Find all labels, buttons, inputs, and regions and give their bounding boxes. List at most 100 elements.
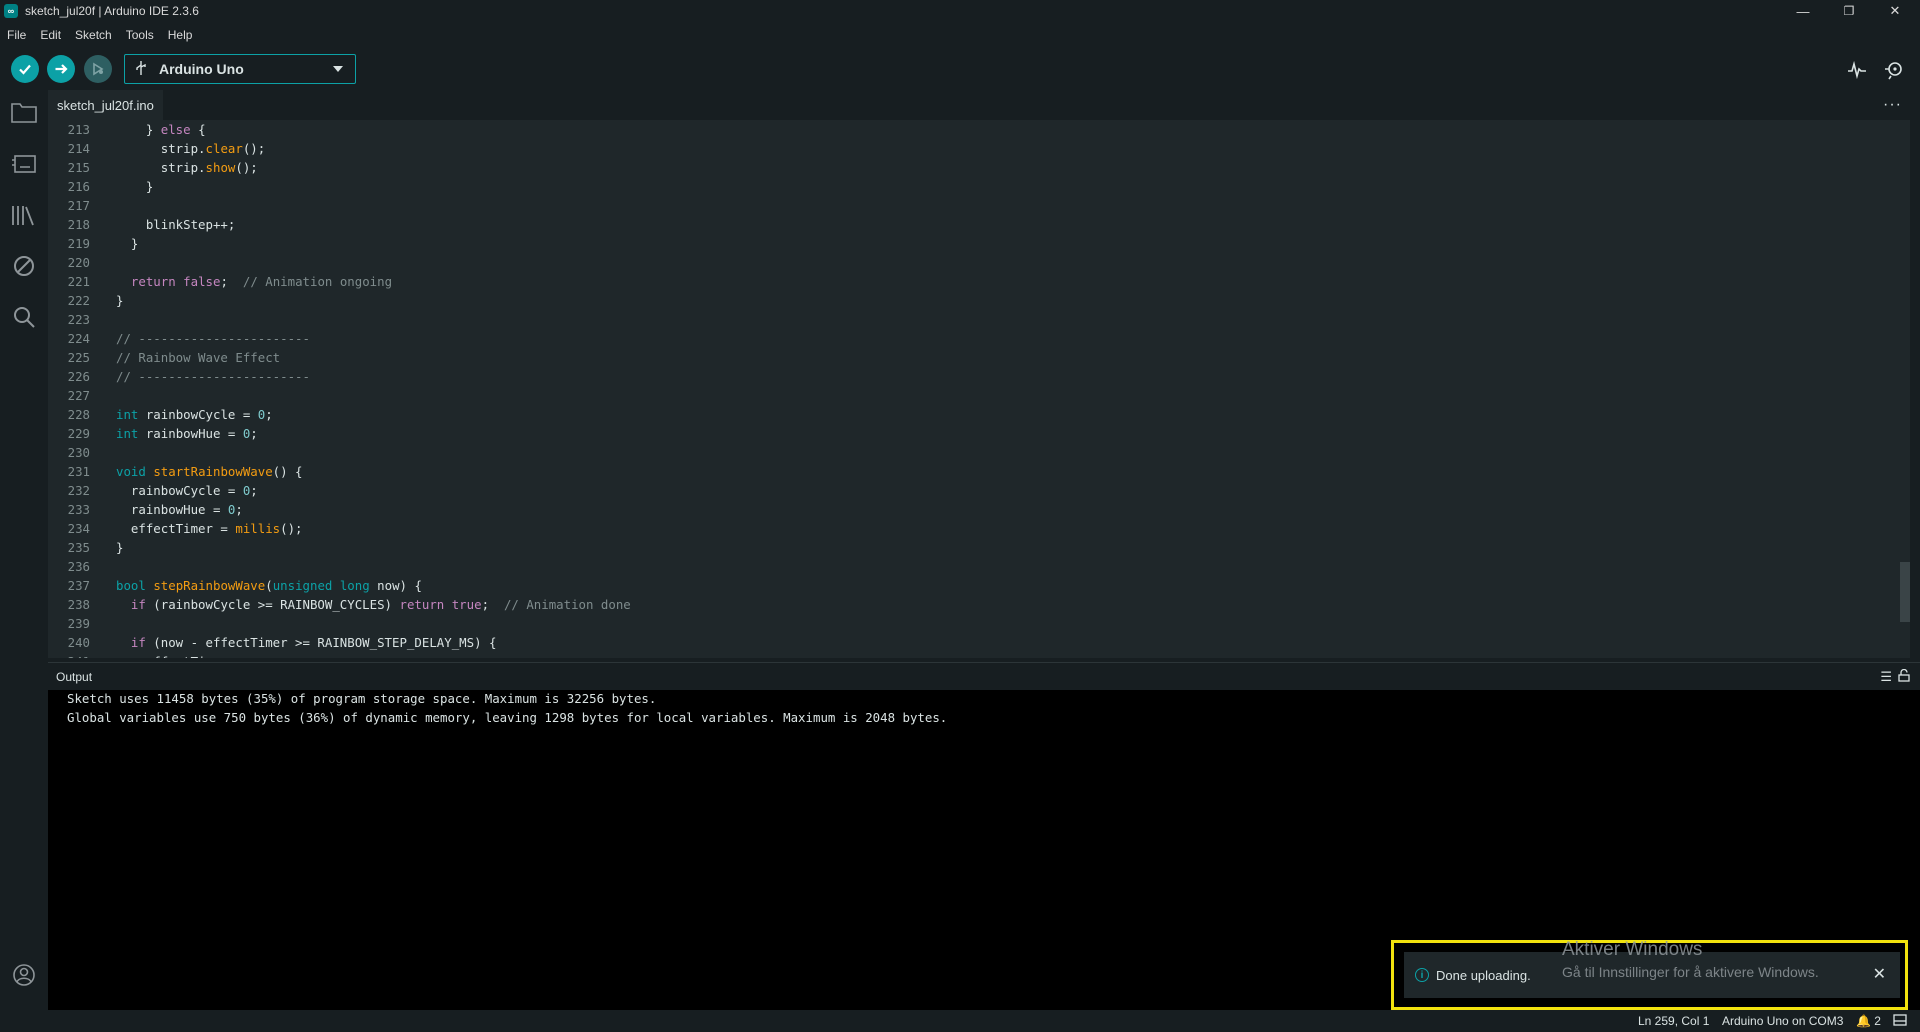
tab-sketch-file[interactable]: sketch_jul20f.ino: [48, 90, 163, 120]
code-line[interactable]: 231 void startRainbowWave() {: [48, 462, 631, 481]
cursor-position[interactable]: Ln 259, Col 1: [1638, 1014, 1709, 1028]
code-text: return false; // Animation ongoing: [130, 274, 393, 289]
output-scrollbar[interactable]: [1910, 690, 1920, 1010]
code-line[interactable]: 220: [48, 253, 631, 272]
code-line[interactable]: 237 bool stepRainbowWave(unsigned long no…: [48, 576, 631, 595]
line-number: 217: [67, 198, 90, 213]
toggle-output-panel-icon[interactable]: [1893, 1014, 1907, 1029]
debug-button[interactable]: [84, 55, 112, 83]
code-line[interactable]: 221 return false; // Animation ongoing: [48, 272, 631, 291]
code-line[interactable]: 223: [48, 310, 631, 329]
code-text: } else {: [116, 122, 206, 137]
board-selector-label: Arduino Uno: [159, 61, 244, 77]
line-number: 216: [67, 179, 90, 194]
board-selector[interactable]: Arduino Uno: [124, 54, 356, 84]
code-line[interactable]: 215 strip.show();: [48, 158, 631, 177]
line-number: 221: [67, 274, 90, 289]
info-icon: i: [1415, 968, 1429, 982]
code-editor[interactable]: 213 } else {214 strip.clear(); 215 strip.…: [48, 120, 1910, 658]
clear-output-icon[interactable]: ☰: [1880, 669, 1892, 685]
output-line: Sketch uses 11458 bytes (35%) of program…: [67, 691, 657, 706]
code-text: }: [116, 293, 124, 308]
library-manager-button[interactable]: [10, 201, 38, 229]
notification-count[interactable]: 🔔 2: [1856, 1014, 1881, 1028]
search-button[interactable]: [10, 303, 38, 331]
close-window-button[interactable]: ✕: [1872, 0, 1918, 22]
line-number: 237: [67, 578, 90, 593]
notification-message: Done uploading.: [1436, 967, 1531, 983]
code-line[interactable]: 238 if (rainbowCycle >= RAINBOW_CYCLES) …: [48, 595, 631, 614]
notification-bell-icon: 🔔: [1856, 1014, 1871, 1028]
upload-button[interactable]: [47, 55, 75, 83]
account-button[interactable]: [10, 961, 38, 989]
debug-panel-button[interactable]: [10, 252, 38, 280]
code-line[interactable]: 222}: [48, 291, 631, 310]
editor-tab-bar: sketch_jul20f.ino ···: [48, 90, 1920, 120]
serial-plotter-button[interactable]: [1843, 56, 1871, 84]
board-port-status[interactable]: Arduino Uno on COM3: [1722, 1014, 1843, 1028]
code-line[interactable]: 236: [48, 557, 631, 576]
minimize-button[interactable]: —: [1780, 0, 1826, 22]
line-number: 233: [67, 502, 90, 517]
code-text: strip.show();: [116, 160, 258, 175]
code-line[interactable]: 239: [48, 614, 631, 633]
code-line[interactable]: 240 if (now - effectTimer >= RAINBOW_STE…: [48, 633, 631, 652]
menu-bar: File Edit Sketch Tools Help: [0, 24, 199, 46]
code-text: strip.clear();: [116, 141, 266, 156]
menu-edit[interactable]: Edit: [33, 28, 68, 42]
line-number: 214: [67, 141, 90, 156]
upload-icon: [55, 64, 68, 74]
menu-sketch[interactable]: Sketch: [68, 28, 119, 42]
editor-scroll-thumb[interactable]: [1900, 562, 1910, 622]
line-number: 235: [67, 540, 90, 555]
code-line[interactable]: 225 // Rainbow Wave Effect: [48, 348, 631, 367]
more-actions-icon[interactable]: ···: [1883, 96, 1902, 114]
code-text: rainbowHue = 0;: [116, 502, 243, 517]
activation-watermark-subtitle: Gå til Innstillinger for å aktivere Wind…: [1562, 964, 1819, 980]
code-text: }: [116, 540, 124, 555]
code-line[interactable]: 217: [48, 196, 631, 215]
code-lines: 213 } else {214 strip.clear(); 215 strip.…: [48, 120, 631, 658]
restore-button[interactable]: ❐: [1826, 0, 1872, 22]
serial-monitor-icon: [1885, 62, 1902, 80]
code-line[interactable]: 216 }: [48, 177, 631, 196]
code-line[interactable]: 229 int rainbowHue = 0;: [48, 424, 631, 443]
code-line[interactable]: 226 // -----------------------: [48, 367, 631, 386]
code-text: rainbowCycle = 0;: [116, 483, 258, 498]
code-line[interactable]: 235}: [48, 538, 631, 557]
code-line[interactable]: 218 blinkStep++;: [48, 215, 631, 234]
code-line[interactable]: 241 effectTimer = now;: [48, 652, 631, 658]
chevron-down-icon: [333, 66, 343, 72]
verify-button[interactable]: [11, 55, 39, 83]
code-line[interactable]: 232 rainbowCycle = 0;: [48, 481, 631, 500]
folder-icon: [11, 103, 37, 123]
lock-scroll-icon[interactable]: [1898, 668, 1910, 685]
menu-help[interactable]: Help: [161, 28, 200, 42]
menu-tools[interactable]: Tools: [119, 28, 161, 42]
line-number: 241: [48, 652, 90, 658]
editor-scrollbar[interactable]: [1898, 120, 1910, 658]
code-line[interactable]: 227: [48, 386, 631, 405]
code-line[interactable]: 230: [48, 443, 631, 462]
boards-manager-button[interactable]: [10, 150, 38, 178]
menu-file[interactable]: File: [0, 28, 33, 42]
code-line[interactable]: 224 // -----------------------: [48, 329, 631, 348]
activation-watermark-title: Aktiver Windows: [1562, 939, 1703, 960]
code-line[interactable]: 213 } else {: [48, 120, 631, 139]
code-line[interactable]: 214 strip.clear();: [48, 139, 631, 158]
code-line[interactable]: 233 rainbowHue = 0;: [48, 500, 631, 519]
output-title: Output: [56, 670, 93, 684]
line-number: 223: [67, 312, 90, 327]
sketchbook-button[interactable]: [10, 98, 38, 126]
serial-monitor-button[interactable]: [1880, 56, 1908, 84]
boards-manager-icon: [12, 155, 36, 173]
close-notification-button[interactable]: ✕: [1873, 964, 1886, 984]
code-line[interactable]: 228 int rainbowCycle = 0;: [48, 405, 631, 424]
code-line[interactable]: 234 effectTimer = millis();: [48, 519, 631, 538]
code-text: blinkStep++;: [116, 217, 236, 232]
code-line[interactable]: 219 }: [48, 234, 631, 253]
line-number: 222: [67, 293, 90, 308]
window-title: sketch_jul20f | Arduino IDE 2.3.6: [25, 4, 199, 18]
line-number: 226: [67, 369, 90, 384]
code-text: void startRainbowWave() {: [116, 464, 303, 479]
